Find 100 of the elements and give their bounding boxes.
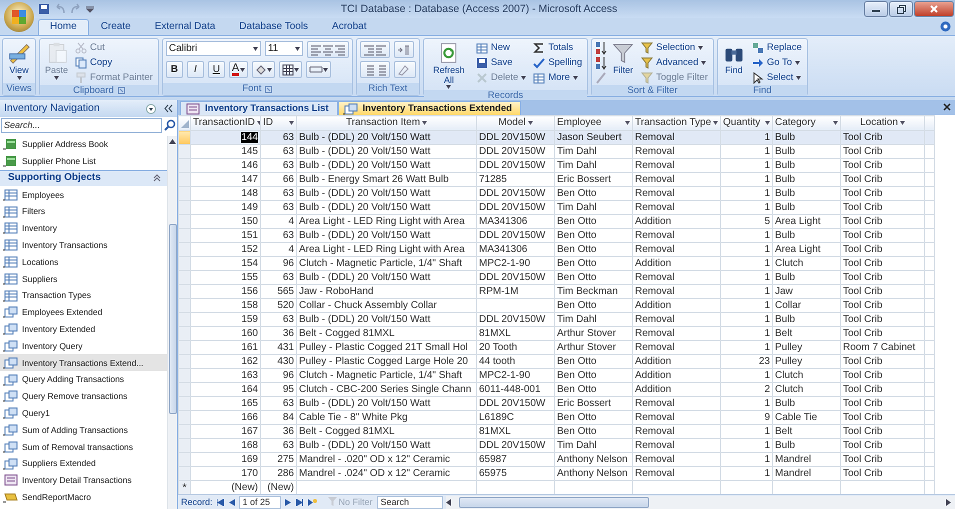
- row-selector[interactable]: *: [178, 480, 190, 494]
- ribbon-button[interactable]: Find: [720, 41, 747, 76]
- ribbon-button[interactable]: More: [531, 71, 584, 85]
- horizontal-scrollbar[interactable]: [446, 496, 955, 508]
- collapse-pane-icon[interactable]: [164, 104, 173, 113]
- row-lines-icon[interactable]: [309, 64, 324, 76]
- ribbon-button[interactable]: Totals: [531, 41, 584, 55]
- ribbon-tab[interactable]: Database Tools: [227, 19, 320, 35]
- last-record-button[interactable]: [294, 498, 304, 506]
- format-button[interactable]: A: [228, 61, 248, 78]
- decrease-indent-icon[interactable]: [362, 44, 375, 56]
- ribbon-tab[interactable]: External Data: [142, 19, 228, 35]
- column-header[interactable]: Transaction Item: [296, 116, 476, 130]
- ribbon-button[interactable]: Refresh All: [426, 41, 471, 90]
- nav-item[interactable]: Employees: [0, 186, 167, 204]
- align-right-icon[interactable]: [334, 44, 346, 56]
- ribbon-button[interactable]: New: [474, 41, 528, 55]
- next-record-button[interactable]: [284, 498, 292, 506]
- dialog-launcher-icon[interactable]: [265, 86, 272, 92]
- select-all-button[interactable]: [178, 116, 190, 130]
- scrollbar[interactable]: [167, 136, 177, 509]
- nav-item[interactable]: Inventory Detail Transactions: [0, 472, 167, 489]
- undo-icon[interactable]: [54, 3, 66, 15]
- group-header[interactable]: Supporting Objects: [0, 170, 167, 186]
- ribbon-button[interactable]: Select: [750, 71, 804, 85]
- align-center-icon[interactable]: [322, 44, 334, 56]
- nav-item[interactable]: Employees Extended: [0, 304, 167, 321]
- document-tab[interactable]: Inventory Transactions Extended: [338, 101, 521, 115]
- nav-item[interactable]: Supplier Phone List: [0, 152, 167, 170]
- nav-item[interactable]: Inventory Transactions: [0, 236, 167, 254]
- ribbon-button[interactable]: Go To: [750, 56, 804, 70]
- nav-item[interactable]: SendReportMacro: [0, 488, 167, 506]
- nav-item[interactable]: Supplier Address Book: [0, 136, 167, 153]
- row-selector[interactable]: [178, 130, 190, 144]
- ribbon-button[interactable]: Save: [474, 56, 528, 70]
- help-icon[interactable]: [940, 21, 951, 32]
- dialog-launcher-icon[interactable]: [118, 87, 125, 94]
- new-record-button[interactable]: [306, 498, 318, 506]
- nav-item[interactable]: Inventory Extended: [0, 320, 167, 338]
- paint-bucket-icon[interactable]: [255, 64, 268, 76]
- column-header[interactable]: Employee: [554, 116, 632, 130]
- nav-item[interactable]: Inventory: [0, 220, 167, 237]
- ribbon-tab[interactable]: Create: [88, 19, 143, 35]
- dropdown-icon[interactable]: [146, 104, 156, 114]
- format-button[interactable]: U: [208, 61, 225, 78]
- nav-item[interactable]: Sum of Removal transactions: [0, 438, 167, 456]
- column-header[interactable]: TransactionID: [190, 116, 260, 130]
- first-record-button[interactable]: [216, 498, 225, 506]
- column-header[interactable]: Transaction Type: [632, 116, 720, 130]
- nav-item[interactable]: Inventory Query: [0, 338, 167, 354]
- close-button[interactable]: [914, 1, 954, 17]
- increase-indent-icon[interactable]: [374, 44, 387, 56]
- nav-item[interactable]: Query Adding Transactions: [0, 371, 167, 388]
- nav-item[interactable]: Transaction Types: [0, 287, 167, 304]
- column-header[interactable]: Category: [772, 116, 840, 130]
- sort-descending-icon[interactable]: [595, 56, 608, 70]
- document-tab[interactable]: Inventory Transactions List: [180, 101, 338, 115]
- table-cell: Cable Tie - 8" White Pkg: [296, 410, 476, 424]
- format-button[interactable]: B: [166, 61, 183, 78]
- table-cell: Bulb - (DDL) 20 Volt/150 Watt: [296, 270, 476, 284]
- font-name-field[interactable]: Calibri: [166, 41, 261, 56]
- ribbon-button[interactable]: View: [6, 41, 32, 80]
- nav-item[interactable]: Suppliers Extended: [0, 455, 167, 472]
- nav-item[interactable]: Locations: [0, 254, 167, 270]
- previous-record-button[interactable]: [228, 498, 236, 506]
- save-icon[interactable]: [38, 3, 50, 15]
- ribbon-button[interactable]: Advanced: [639, 56, 710, 70]
- ribbon-button[interactable]: Selection: [639, 41, 710, 55]
- nav-item[interactable]: Suppliers: [0, 270, 167, 288]
- table-cell: Bulb - (DDL) 20 Volt/150 Watt: [296, 312, 476, 326]
- minimize-button[interactable]: [864, 1, 888, 17]
- nav-item[interactable]: Inventory Transactions Extend...: [0, 354, 167, 372]
- close-icon[interactable]: [943, 103, 951, 111]
- ribbon-button[interactable]: Replace: [750, 41, 804, 55]
- nav-item[interactable]: Filters: [0, 203, 167, 220]
- customize-menu-icon[interactable]: [86, 5, 94, 13]
- nav-item[interactable]: Sum of Adding Transactions: [0, 422, 167, 438]
- search-field[interactable]: Search...: [1, 118, 162, 132]
- redo-icon[interactable]: [70, 3, 82, 15]
- ribbon-button[interactable]: Spelling: [531, 56, 584, 70]
- format-button[interactable]: I: [186, 61, 204, 78]
- ribbon-tab[interactable]: Acrobat: [320, 19, 379, 35]
- ribbon-button[interactable]: Copy: [73, 56, 155, 70]
- nav-item[interactable]: Query1: [0, 404, 167, 422]
- office-button[interactable]: [4, 2, 34, 32]
- column-header[interactable]: Quantity: [720, 116, 772, 130]
- sort-ascending-icon[interactable]: [595, 41, 608, 55]
- gridlines-icon[interactable]: [282, 64, 294, 76]
- column-header[interactable]: Model: [476, 116, 554, 130]
- align-left-icon[interactable]: [310, 44, 322, 56]
- font-size-field[interactable]: 11: [264, 41, 303, 56]
- nav-item[interactable]: Query Remove transactions: [0, 388, 167, 405]
- column-header[interactable]: Location: [840, 116, 924, 130]
- ribbon-tab[interactable]: Home: [38, 19, 89, 35]
- restore-button[interactable]: [889, 1, 913, 17]
- column-header[interactable]: ID: [260, 116, 296, 130]
- search-field[interactable]: Search: [376, 496, 443, 508]
- paragraph-direction-icon[interactable]: [396, 44, 411, 56]
- ribbon-button[interactable]: Filter: [610, 41, 636, 76]
- record-position-field[interactable]: 1 of 25: [238, 496, 281, 508]
